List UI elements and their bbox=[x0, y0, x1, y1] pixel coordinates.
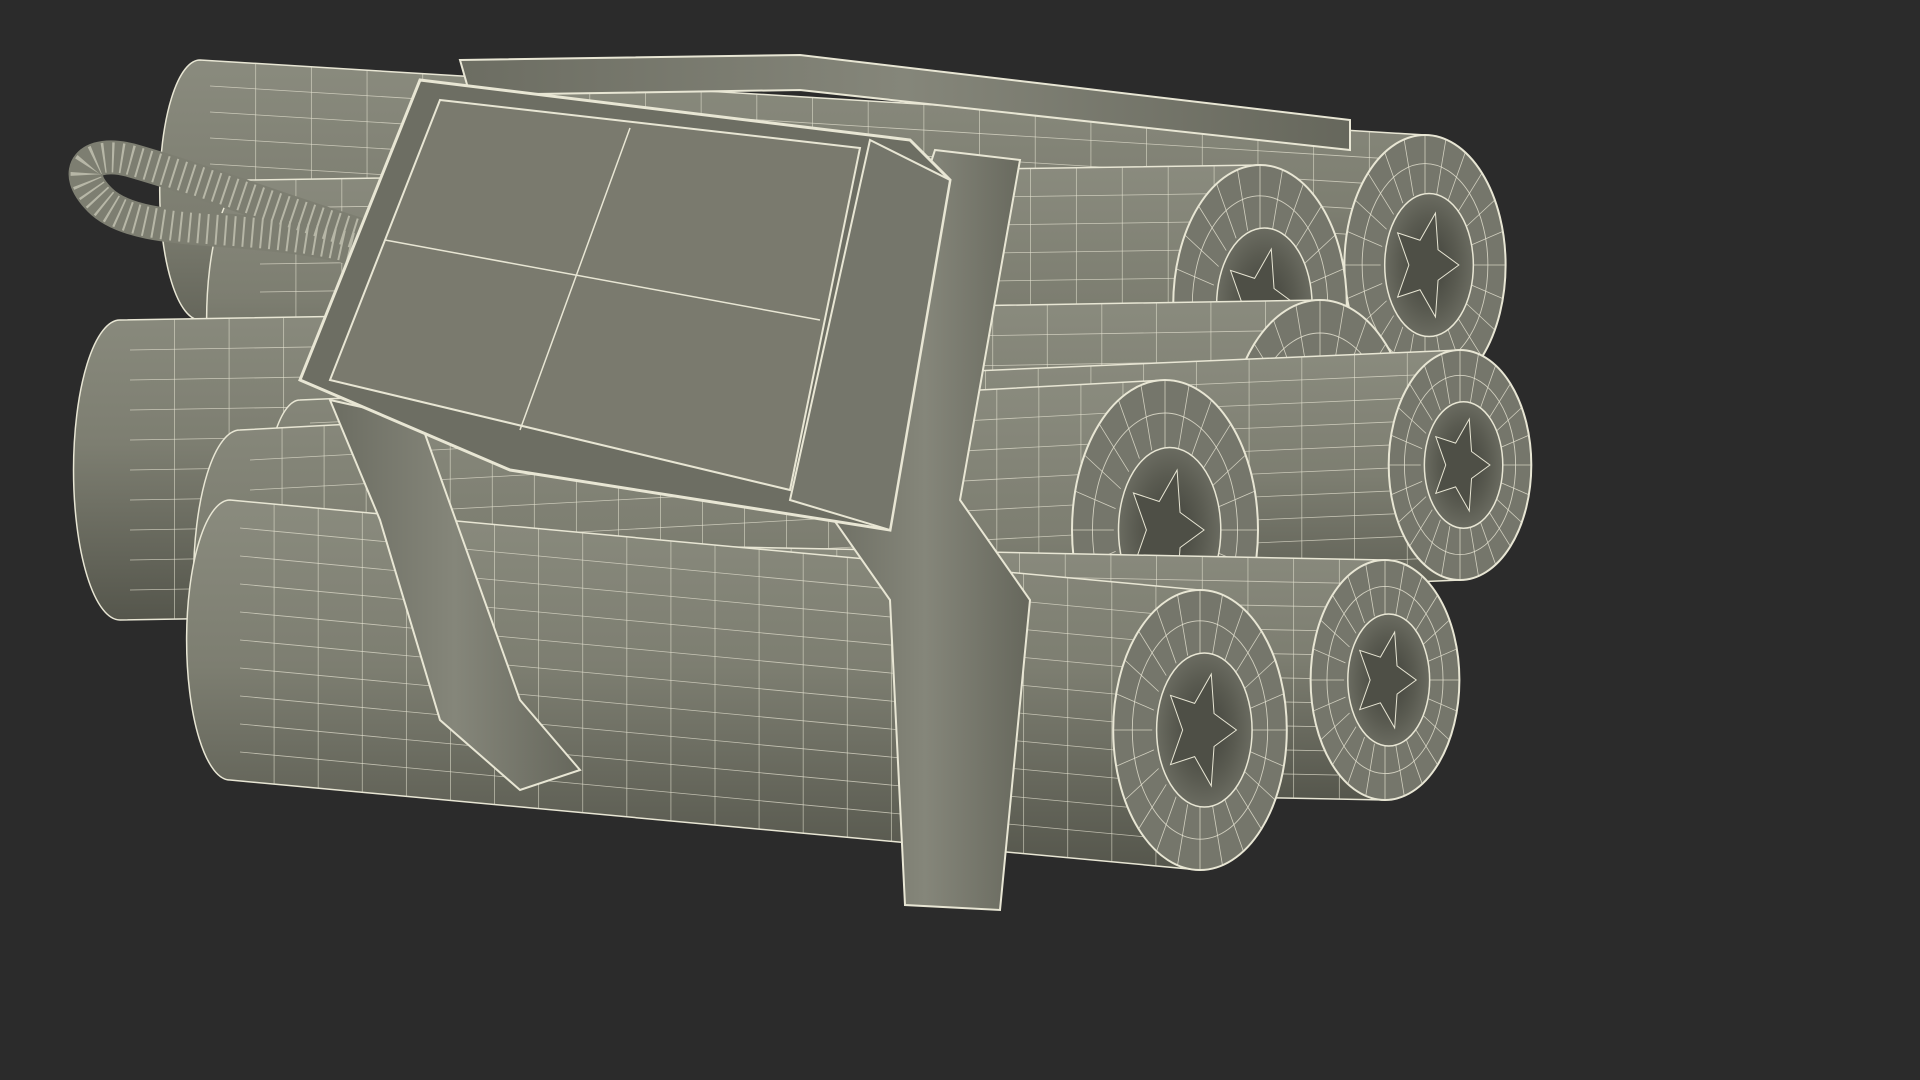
render-viewport bbox=[0, 0, 1920, 1080]
dynamite-wireframe-render bbox=[0, 0, 1920, 1080]
